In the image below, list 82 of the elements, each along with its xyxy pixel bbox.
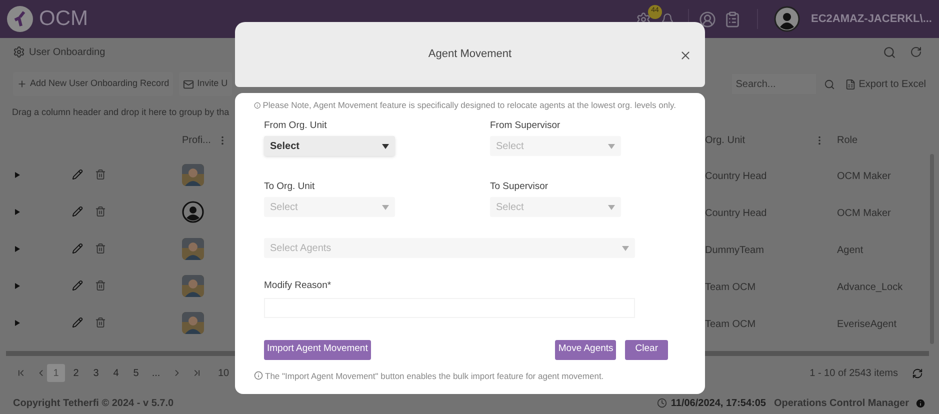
app-name: OCM [39,6,88,32]
expand-icon[interactable] [15,320,20,326]
dropdown-caret-icon [382,144,389,148]
page-button[interactable]: 4 [107,364,125,382]
column-header[interactable]: Role [837,132,858,148]
page-button[interactable]: ... [147,364,165,382]
table-cell: OCM Maker [837,170,891,182]
table-cell: Team OCM [705,282,756,292]
search-icon[interactable] [824,78,835,90]
clipboard-icon[interactable] [724,10,741,28]
page-button[interactable]: 5 [127,364,145,382]
delete-icon[interactable] [95,317,106,328]
export-button[interactable]: Export to Excel [844,76,926,92]
app-title: Operations Control Manager [774,396,909,410]
edit-icon[interactable] [72,206,83,217]
edit-icon[interactable] [72,169,83,180]
refresh-icon[interactable] [912,368,923,378]
timestamp: 11/06/2024, 17:54:05 [670,396,766,410]
edit-icon[interactable] [72,243,83,254]
delete-icon[interactable] [95,280,106,291]
refresh-icon[interactable] [910,46,922,58]
table-cell: Team OCM [705,318,756,330]
field-label: To Org. Unit [264,180,316,194]
table-cell: Country Head [705,208,767,218]
page-title: User Onboarding [29,46,106,60]
page-button[interactable]: 1 [47,364,65,382]
dropdown-caret-icon [608,144,615,148]
clock-icon [656,398,667,408]
select-field[interactable]: Select [264,136,395,156]
pager-summary: 1 - 10 of 2543 items [810,366,898,380]
expand-icon[interactable] [15,282,20,288]
page-button[interactable]: 2 [67,364,85,382]
user-icon[interactable] [698,10,716,28]
footnote-text: The "Import Agent Movement" button enables the bulk import feature for agent movement. [265,370,604,382]
info-icon[interactable] [915,398,926,408]
table-cell: Country Head [705,170,767,182]
group-panel-hint: Drag a column header and drop it here to group by tha [12,106,230,120]
table-cell: OCM Maker [837,208,891,218]
settings-icon [13,46,25,58]
spreadsheet-icon [844,78,856,90]
user-name[interactable]: EC2AMAZ-JACERKL\... [810,10,932,28]
note-text: Please Note, Agent Movement feature is specifically designed to relocate agents at the lowest org. levels only. [262,99,676,112]
dialog-title: Agent Movement [428,47,512,62]
field-label: From Supervisor [490,118,562,133]
expand-icon[interactable] [15,208,20,214]
dropdown-caret-icon [382,204,389,210]
last-page-icon[interactable] [192,368,202,378]
page-button[interactable]: 3 [87,364,105,382]
info-icon [254,100,261,110]
plus-icon [17,79,27,89]
field-label: To Supervisor [490,180,550,194]
table-cell: Agent [837,244,864,256]
expand-icon[interactable] [15,246,20,252]
column-header[interactable]: Org. Unit [705,132,746,148]
dropdown-caret-icon [608,204,615,210]
delete-icon[interactable] [95,206,106,217]
close-icon[interactable] [679,49,692,62]
field-label: From Org. Unit [264,118,328,133]
action-button[interactable]: Import Agent Movement [264,340,371,360]
table-cell: Advance_Lock [837,282,903,292]
field-label: Modify Reason* [264,279,332,294]
table-cell: EveriseAgent [837,318,896,330]
delete-icon[interactable] [95,243,106,254]
first-page-icon[interactable] [16,368,26,378]
delete-icon[interactable] [95,169,106,180]
table-cell: DummyTeam [705,244,764,256]
search-field[interactable]: Search... [732,74,816,94]
action-button[interactable]: Move Agents [555,340,616,360]
info-icon [254,371,263,380]
copyright-text: Copyright Tetherfi © 2024 - v 5.7.0 [13,396,174,410]
avatar-icon [182,200,204,222]
dropdown-caret-icon [622,246,629,251]
avatar-icon[interactable] [774,6,800,32]
mail-icon [183,78,194,90]
edit-icon[interactable] [72,280,83,291]
expand-icon[interactable] [15,172,20,178]
logo-icon [7,6,33,32]
page-size-select[interactable]: 10 [218,366,230,380]
action-button[interactable]: Clear [625,340,668,360]
edit-icon[interactable] [72,317,83,328]
search-icon[interactable] [883,46,896,58]
column-header[interactable]: Profi... [182,132,211,148]
